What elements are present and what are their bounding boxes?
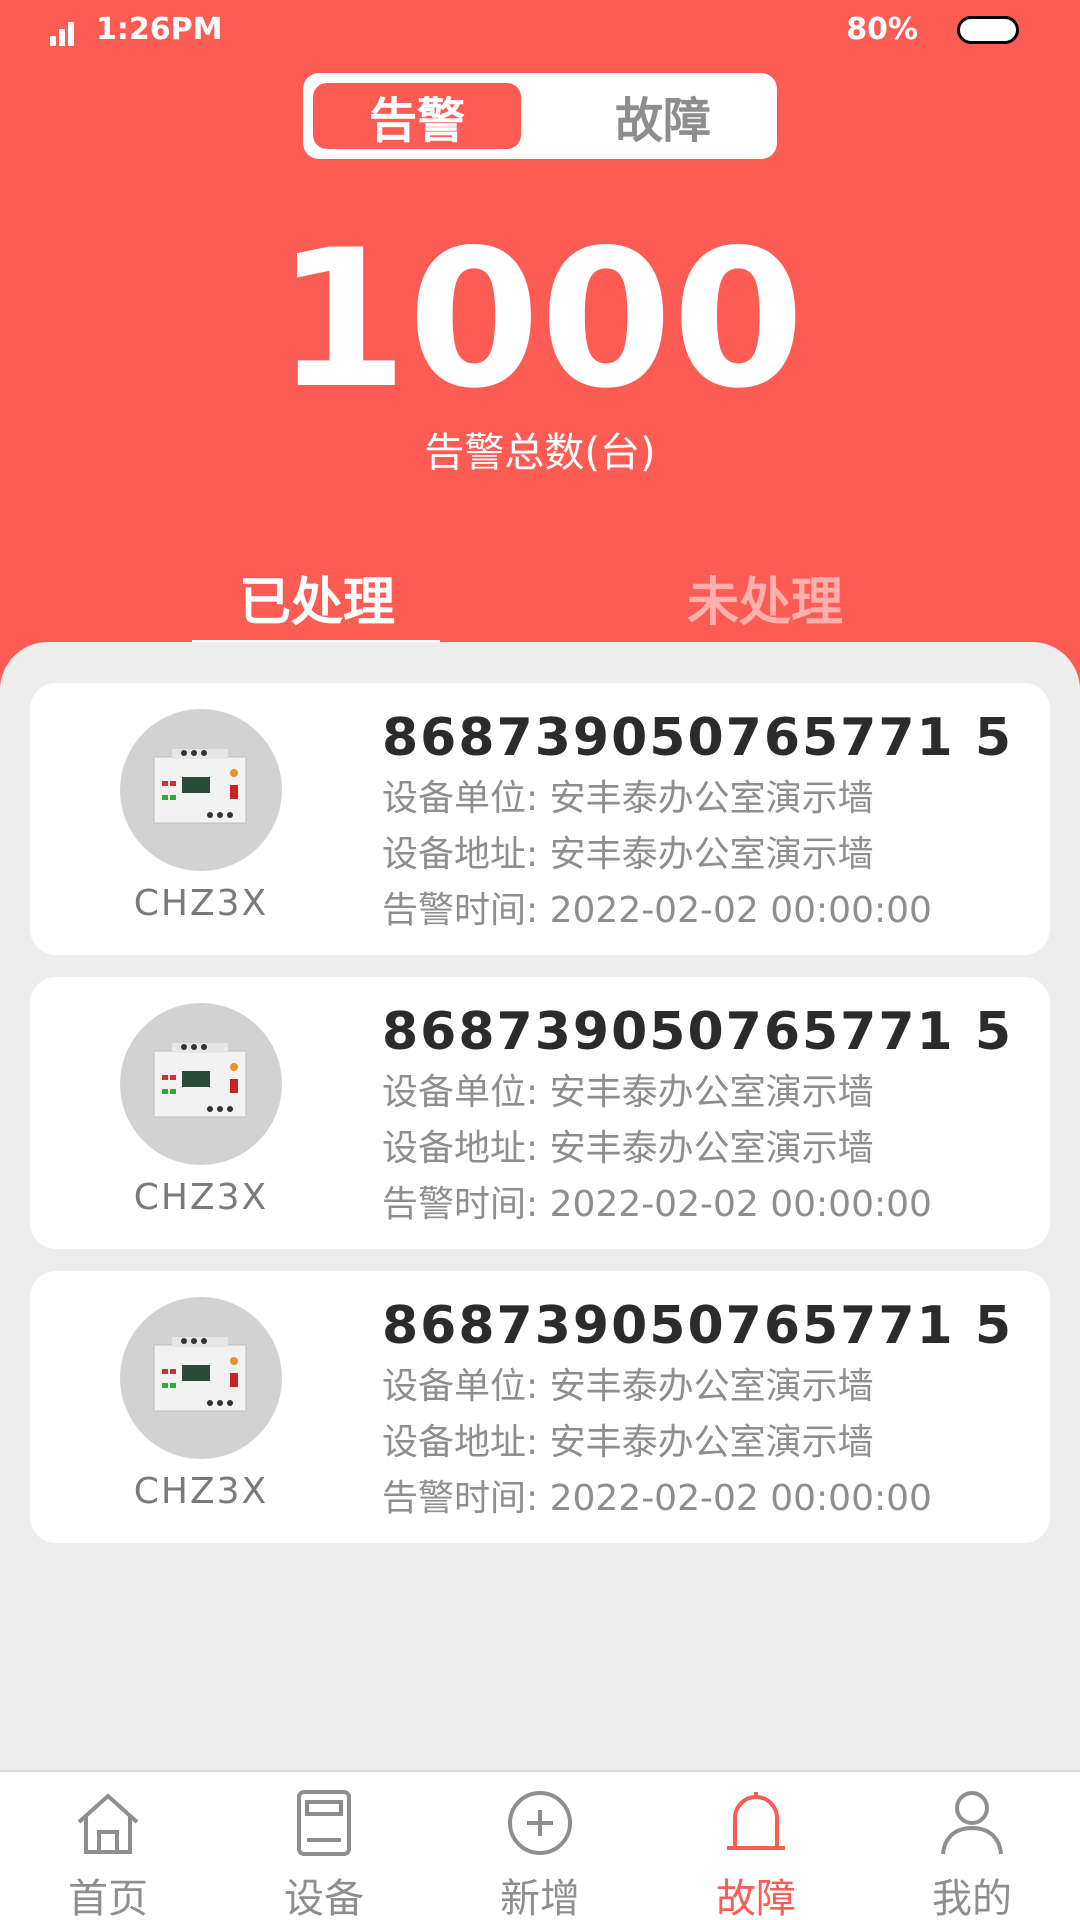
device-photo <box>120 1297 282 1459</box>
alarm-card[interactable]: CHZ3X 868739050765771 5 设备单位: 安丰泰办公室演示墙 … <box>30 683 1050 955</box>
alarm-list: CHZ3X 868739050765771 5 设备单位: 安丰泰办公室演示墙 … <box>0 642 1080 1772</box>
alarm-time: 告警时间: 2022-02-02 00:00:00 <box>382 1478 932 1519</box>
device-photo <box>120 1003 282 1165</box>
battery-icon <box>957 16 1019 44</box>
nav-mine-label: 我的 <box>932 1876 1012 1920</box>
device-model: CHZ3X <box>133 883 269 924</box>
battery-percent: 80% <box>846 12 918 47</box>
tab-processed[interactable]: 已处理 <box>192 560 442 635</box>
nav-mine[interactable]: 我的 <box>864 1772 1080 1920</box>
device-icon <box>297 1790 351 1856</box>
device-serial: 868739050765771 5 <box>382 708 1014 768</box>
device-serial: 868739050765771 5 <box>382 1296 1014 1356</box>
home-icon <box>77 1793 139 1854</box>
header: 1:26PM 80% 告警 故障 1000 告警总数(台) 已处理 未处理 <box>0 0 1080 700</box>
bottom-nav: 首页 设备 新增 故障 我的 <box>0 1770 1080 1920</box>
nav-device[interactable]: 设备 <box>216 1772 432 1920</box>
alarm-card[interactable]: CHZ3X 868739050765771 5 设备单位: 安丰泰办公室演示墙 … <box>30 1271 1050 1543</box>
bell-icon <box>727 1792 785 1850</box>
status-bar: 1:26PM 80% <box>0 0 1080 64</box>
device-address: 设备地址: 安丰泰办公室演示墙 <box>382 834 874 875</box>
device-model: CHZ3X <box>133 1177 269 1218</box>
device-model: CHZ3X <box>133 1471 269 1512</box>
nav-fault-label: 故障 <box>716 1876 796 1920</box>
user-icon <box>941 1791 1003 1855</box>
device-unit: 设备单位: 安丰泰办公室演示墙 <box>382 1366 874 1407</box>
add-circle-icon <box>508 1791 572 1855</box>
nav-fault[interactable]: 故障 <box>648 1772 864 1920</box>
device-unit: 设备单位: 安丰泰办公室演示墙 <box>382 778 874 819</box>
alarm-total-count: 1000 <box>275 209 805 430</box>
device-unit: 设备单位: 安丰泰办公室演示墙 <box>382 1072 874 1113</box>
nav-add[interactable]: 新增 <box>432 1772 648 1920</box>
tab-unprocessed[interactable]: 未处理 <box>640 560 890 635</box>
nav-home[interactable]: 首页 <box>0 1772 216 1920</box>
segment-fault[interactable]: 故障 <box>559 83 767 149</box>
nav-device-label: 设备 <box>284 1876 364 1920</box>
alarm-total-label: 告警总数(台) <box>424 430 656 476</box>
device-photo <box>120 709 282 871</box>
device-serial: 868739050765771 5 <box>382 1002 1014 1062</box>
alarm-fault-toggle: 告警 故障 <box>303 73 777 159</box>
signal-icon <box>50 18 80 46</box>
alarm-time: 告警时间: 2022-02-02 00:00:00 <box>382 890 932 931</box>
device-address: 设备地址: 安丰泰办公室演示墙 <box>382 1128 874 1169</box>
nav-add-label: 新增 <box>500 1876 580 1920</box>
alarm-time: 告警时间: 2022-02-02 00:00:00 <box>382 1184 932 1225</box>
alarm-card[interactable]: CHZ3X 868739050765771 5 设备单位: 安丰泰办公室演示墙 … <box>30 977 1050 1249</box>
status-time: 1:26PM <box>96 12 223 47</box>
segment-alarm[interactable]: 告警 <box>313 83 521 149</box>
nav-home-label: 首页 <box>68 1876 148 1920</box>
device-address: 设备地址: 安丰泰办公室演示墙 <box>382 1422 874 1463</box>
